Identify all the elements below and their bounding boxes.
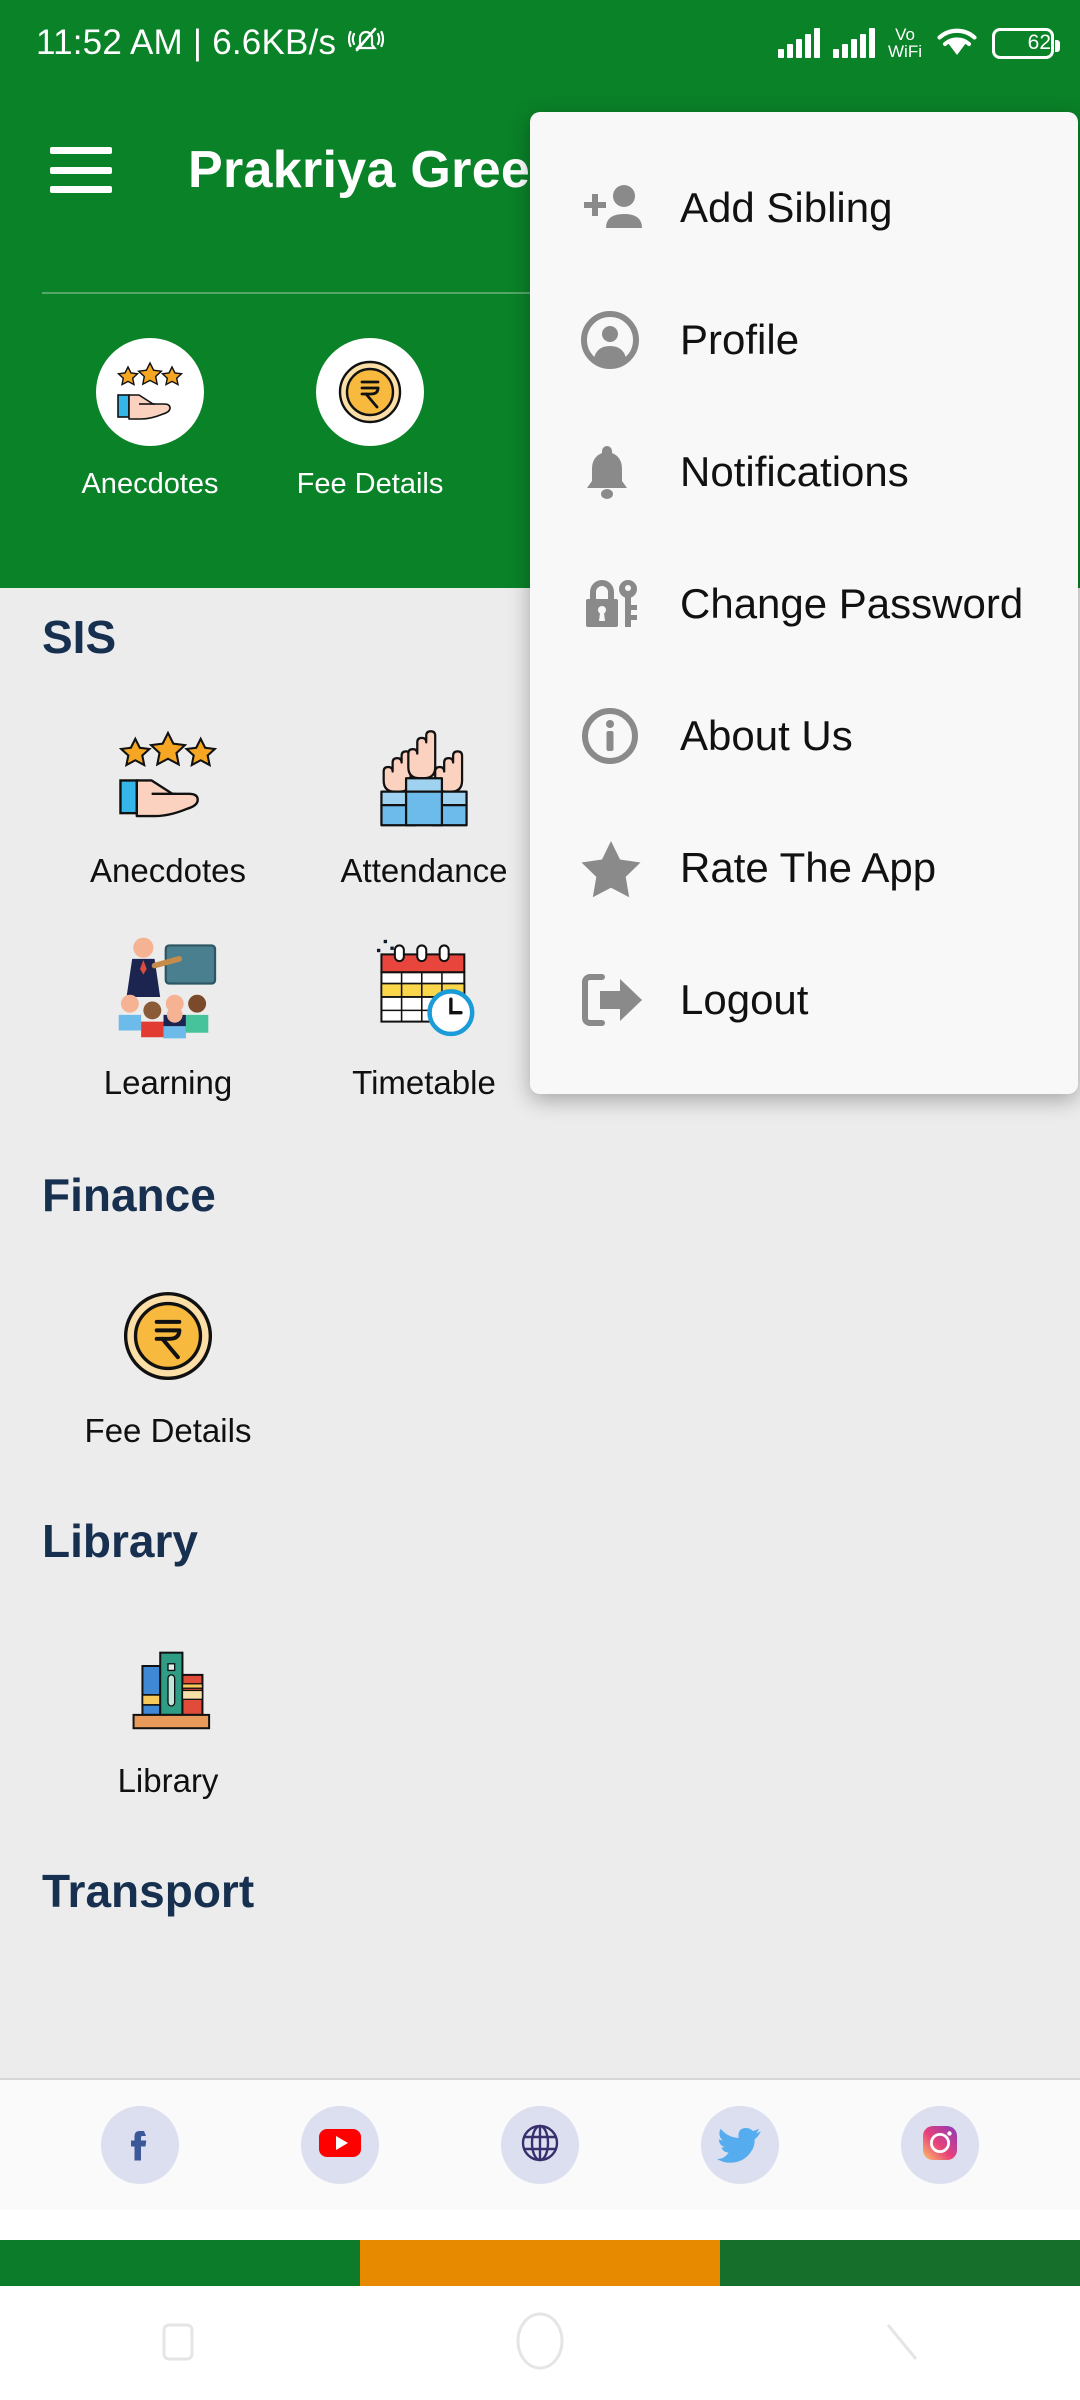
tile-learning[interactable]: Learning bbox=[40, 928, 296, 1102]
wifi-icon bbox=[935, 25, 979, 62]
section-title-finance: Finance bbox=[42, 1169, 216, 1221]
strip-segment-right bbox=[720, 2240, 1080, 2286]
menu-item-label: About Us bbox=[680, 712, 853, 759]
logout-arrow-icon bbox=[580, 971, 656, 1029]
social-link-facebook[interactable] bbox=[101, 2106, 179, 2184]
menu-item-label: Add Sibling bbox=[680, 184, 893, 231]
menu-item-label: Rate The App bbox=[680, 844, 937, 891]
menu-item-change-password[interactable]: Change Password bbox=[530, 538, 1078, 670]
android-nav-bar bbox=[0, 2286, 1080, 2400]
menu-item-label: Change Password bbox=[680, 580, 1024, 627]
menu-item-label: Profile bbox=[680, 316, 800, 363]
library-row-1: Library bbox=[0, 1626, 1080, 1800]
quick-action-fee-details[interactable]: Fee Details bbox=[260, 338, 480, 501]
circle-home-icon[interactable] bbox=[509, 2310, 571, 2377]
facebook-icon bbox=[120, 2123, 160, 2168]
signal-bars-icon-2 bbox=[833, 28, 876, 58]
section-transport: Transport bbox=[0, 1800, 1080, 1918]
tile-label: Attendance bbox=[340, 852, 508, 889]
rupee-coin-icon bbox=[316, 338, 424, 446]
menu-item-add-sibling[interactable]: Add Sibling bbox=[530, 142, 1078, 274]
tile-label: Anecdotes bbox=[90, 852, 246, 889]
info-circle-icon bbox=[580, 706, 656, 766]
rupee-coin-icon bbox=[108, 1276, 228, 1396]
tile-attendance[interactable]: Attendance bbox=[296, 716, 552, 890]
tile-label: Timetable bbox=[352, 1064, 496, 1101]
menu-item-logout[interactable]: Logout bbox=[530, 934, 1078, 1066]
tile-label: Learning bbox=[103, 1064, 233, 1101]
menu-item-label: Logout bbox=[680, 976, 809, 1023]
tile-library[interactable]: Library bbox=[40, 1626, 296, 1800]
social-link-youtube[interactable] bbox=[301, 2106, 379, 2184]
books-shelf-icon bbox=[108, 1626, 228, 1746]
section-title-transport: Transport bbox=[42, 1865, 255, 1917]
strip-segment-left bbox=[0, 2240, 360, 2286]
hand-with-stars-icon bbox=[96, 338, 204, 446]
raised-hands-icon bbox=[364, 716, 484, 836]
section-title-library: Library bbox=[42, 1515, 198, 1567]
section-finance: Finance Fee Details bbox=[0, 1102, 1080, 1450]
page-title: Prakriya Gree bbox=[188, 141, 531, 199]
hamburger-menu-icon[interactable] bbox=[50, 147, 112, 193]
star-icon bbox=[580, 838, 656, 898]
tile-label: Fee Details bbox=[84, 1412, 252, 1449]
app-screen: 11:52 AM | 6.6KB/s Vo WiFi 62 Prakriya G… bbox=[0, 0, 1080, 2400]
menu-item-notifications[interactable]: Notifications bbox=[530, 406, 1078, 538]
tile-fee-details[interactable]: Fee Details bbox=[40, 1276, 296, 1450]
battery-indicator: 62 bbox=[992, 27, 1060, 59]
menu-item-label: Notifications bbox=[680, 448, 909, 495]
section-library: Library Library bbox=[0, 1450, 1080, 1800]
instagram-icon bbox=[919, 2122, 961, 2169]
social-link-twitter[interactable] bbox=[701, 2106, 779, 2184]
account-circle-icon bbox=[580, 310, 656, 370]
menu-item-profile[interactable]: Profile bbox=[530, 274, 1078, 406]
bell-icon bbox=[580, 442, 656, 502]
menu-item-rate-the-app[interactable]: Rate The App bbox=[530, 802, 1078, 934]
person-add-icon bbox=[580, 180, 656, 236]
youtube-icon bbox=[317, 2125, 363, 2166]
back-icon[interactable] bbox=[876, 2315, 928, 2372]
quick-action-label: Anecdotes bbox=[81, 468, 219, 500]
quick-action-label: Fee Details bbox=[296, 468, 444, 500]
finance-row-1: Fee Details bbox=[0, 1276, 1080, 1450]
menu-item-about-us[interactable]: About Us bbox=[530, 670, 1078, 802]
status-bar-left: 11:52 AM | 6.6KB/s bbox=[36, 23, 385, 64]
status-separator: | bbox=[192, 23, 203, 62]
volte-wifi-label: Vo WiFi bbox=[888, 26, 922, 60]
calendar-clock-icon bbox=[364, 928, 484, 1048]
status-bar: 11:52 AM | 6.6KB/s Vo WiFi 62 bbox=[0, 0, 1080, 86]
signal-bars-icon bbox=[778, 28, 821, 58]
status-network-speed: 6.6KB/s bbox=[212, 23, 337, 62]
status-time: 11:52 AM bbox=[36, 23, 183, 62]
tile-label: Library bbox=[117, 1762, 219, 1799]
tile-anecdotes[interactable]: Anecdotes bbox=[40, 716, 296, 890]
hand-with-stars-icon bbox=[108, 716, 228, 836]
social-link-instagram[interactable] bbox=[901, 2106, 979, 2184]
volte-label-bottom: WiFi bbox=[888, 42, 922, 61]
social-link-website[interactable] bbox=[501, 2106, 579, 2184]
tricolor-strip bbox=[0, 2240, 1080, 2286]
twitter-icon bbox=[717, 2123, 763, 2168]
social-links-bar bbox=[0, 2078, 1080, 2210]
overflow-menu: Add Sibling Profile Notifications Change… bbox=[530, 112, 1078, 1094]
tile-timetable[interactable]: Timetable bbox=[296, 928, 552, 1102]
vibrate-off-icon bbox=[348, 23, 385, 64]
status-bar-right: Vo WiFi 62 bbox=[778, 25, 1060, 62]
strip-segment-center bbox=[360, 2240, 720, 2286]
globe-icon bbox=[518, 2121, 562, 2170]
battery-percent: 62 bbox=[1027, 31, 1051, 54]
lock-key-icon bbox=[580, 573, 656, 635]
teacher-classroom-icon bbox=[108, 928, 228, 1048]
square-recents-icon[interactable] bbox=[152, 2315, 204, 2372]
quick-action-anecdotes[interactable]: Anecdotes bbox=[40, 338, 260, 501]
